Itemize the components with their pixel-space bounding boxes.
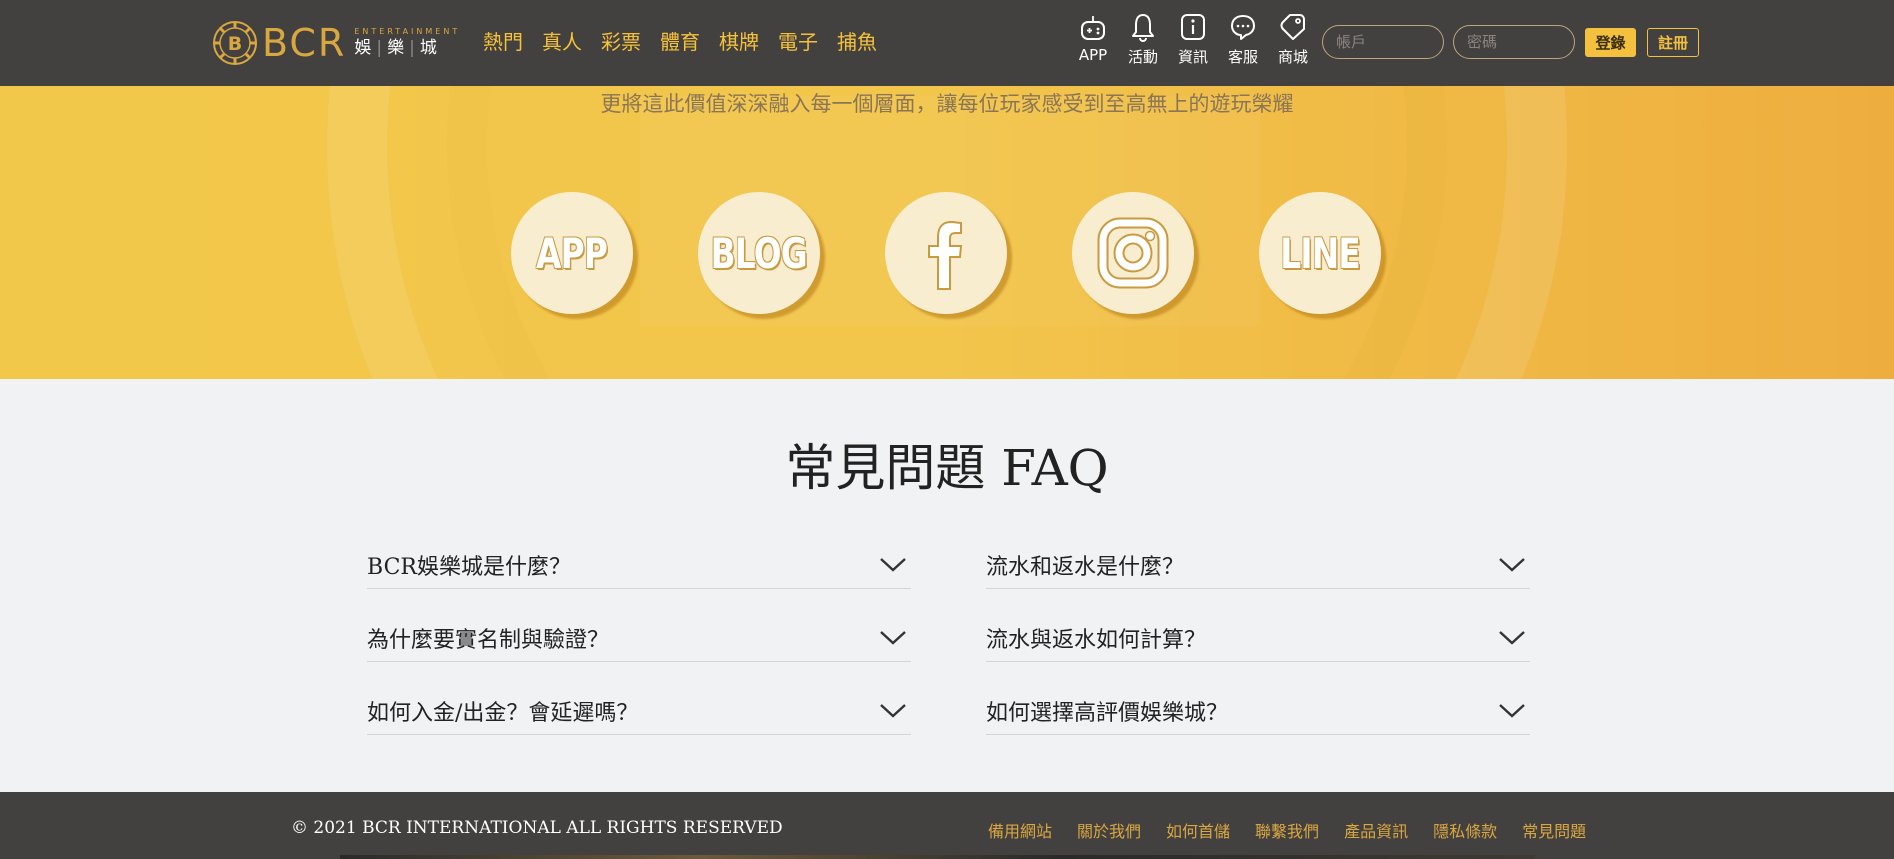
- footer-link-products[interactable]: 產品資訊: [1344, 818, 1408, 842]
- faq-right-column: 流水和返水是什麼？ 流水與返水如何計算？ 如何選擇高評價娛樂城？: [986, 532, 1530, 751]
- copyright: © 2021 BCR INTERNATIONAL ALL RIGHTS RESE…: [291, 818, 783, 838]
- footer-link-about[interactable]: 關於我們: [1077, 818, 1141, 842]
- gamepad-icon: [1081, 16, 1105, 40]
- nav-live[interactable]: 真人: [542, 28, 582, 56]
- faq-item[interactable]: 如何選擇高評價娛樂城？: [986, 678, 1530, 735]
- chevron-down-icon: [880, 558, 906, 572]
- chevron-down-icon: [1499, 704, 1525, 718]
- band-tagline: 更將這此價值深深融入每一個層面，讓每位玩家感受到至高無上的遊玩榮耀: [600, 92, 1294, 116]
- logo-entertainment: ENTERTAINMENT: [354, 27, 461, 36]
- footer-links: 備用網站 關於我們 如何首儲 聯繫我們 產品資訊 隱私條款 常見問題: [988, 818, 1611, 842]
- top-header: B BCR ENTERTAINMENT 娛 | 樂 | 城 熱門 真人 彩票 體育 棋牌…: [0, 0, 1894, 86]
- footer-image-strip: [340, 855, 1535, 859]
- line-link[interactable]: LINE: [1259, 192, 1381, 314]
- bell-icon: [1132, 14, 1154, 42]
- footer-link-mirror[interactable]: 備用網站: [988, 818, 1052, 842]
- faq-item[interactable]: 流水和返水是什麼？: [986, 532, 1530, 589]
- footer-link-faq[interactable]: 常見問題: [1522, 818, 1586, 842]
- icon-nav-info[interactable]: 資訊: [1168, 12, 1218, 67]
- icon-nav: APP 活動 資訊 客服 商城: [1068, 12, 1318, 67]
- faq-item[interactable]: 為什麼要實名制與驗證？: [367, 605, 911, 662]
- faq-left-column: BCR娛樂城是什麼？ 為什麼要實名制與驗證？ 如何入金/出金？會延遲嗎？: [367, 532, 911, 751]
- chevron-down-icon: [1499, 631, 1525, 645]
- password-input[interactable]: [1453, 25, 1575, 59]
- login-button[interactable]: 登錄: [1585, 28, 1636, 57]
- chevron-down-icon: [880, 631, 906, 645]
- app-link[interactable]: APP: [511, 192, 633, 314]
- main-nav: 熱門 真人 彩票 體育 棋牌 電子 捕魚: [483, 28, 896, 56]
- nav-lottery[interactable]: 彩票: [601, 28, 641, 56]
- icon-nav-app[interactable]: APP: [1068, 12, 1118, 67]
- logo-cn: 娛 | 樂 | 城: [354, 38, 439, 58]
- footer-link-contact[interactable]: 聯繫我們: [1255, 818, 1319, 842]
- footer: © 2021 BCR INTERNATIONAL ALL RIGHTS RESE…: [0, 792, 1894, 859]
- nav-slots[interactable]: 電子: [778, 28, 818, 56]
- faq-item[interactable]: 流水與返水如何計算？: [986, 605, 1530, 662]
- icon-nav-shop[interactable]: 商城: [1268, 12, 1318, 67]
- facebook-link[interactable]: [885, 192, 1007, 314]
- svg-text:B: B: [228, 33, 242, 55]
- footer-link-first-deposit[interactable]: 如何首儲: [1166, 818, 1230, 842]
- nav-sports[interactable]: 體育: [660, 28, 700, 56]
- icon-nav-support[interactable]: 客服: [1218, 12, 1268, 67]
- facebook-icon: [928, 220, 963, 290]
- logo[interactable]: B BCR ENTERTAINMENT 娛 | 樂 | 城: [212, 18, 460, 68]
- faq-item[interactable]: BCR娛樂城是什麼？: [367, 532, 911, 589]
- info-icon: [1181, 14, 1205, 40]
- blog-link[interactable]: BLOG: [698, 192, 820, 314]
- tag-icon: [1280, 14, 1305, 40]
- nav-fishing[interactable]: 捕魚: [837, 28, 877, 56]
- instagram-link[interactable]: [1072, 192, 1194, 314]
- chevron-down-icon: [1499, 558, 1525, 572]
- faq-item[interactable]: 如何入金/出金？會延遲嗎？: [367, 678, 911, 735]
- faq-title: 常見問題 FAQ: [785, 439, 1109, 497]
- social-band: 更將這此價值深深融入每一個層面，讓每位玩家感受到至高無上的遊玩榮耀 APP BL…: [0, 86, 1894, 379]
- poker-chip-icon: B: [213, 21, 257, 65]
- nav-hot[interactable]: 熱門: [483, 28, 523, 56]
- logo-brand: BCR: [262, 21, 347, 65]
- chevron-down-icon: [880, 704, 906, 718]
- register-button[interactable]: 註冊: [1647, 28, 1699, 57]
- nav-cards[interactable]: 棋牌: [719, 28, 759, 56]
- icon-nav-events[interactable]: 活動: [1118, 12, 1168, 67]
- account-input[interactable]: [1322, 25, 1444, 59]
- instagram-icon: [1097, 217, 1169, 289]
- chat-icon: [1231, 15, 1255, 40]
- social-links: APP BLOG LINE: [511, 192, 1446, 314]
- footer-link-privacy[interactable]: 隱私條款: [1433, 818, 1497, 842]
